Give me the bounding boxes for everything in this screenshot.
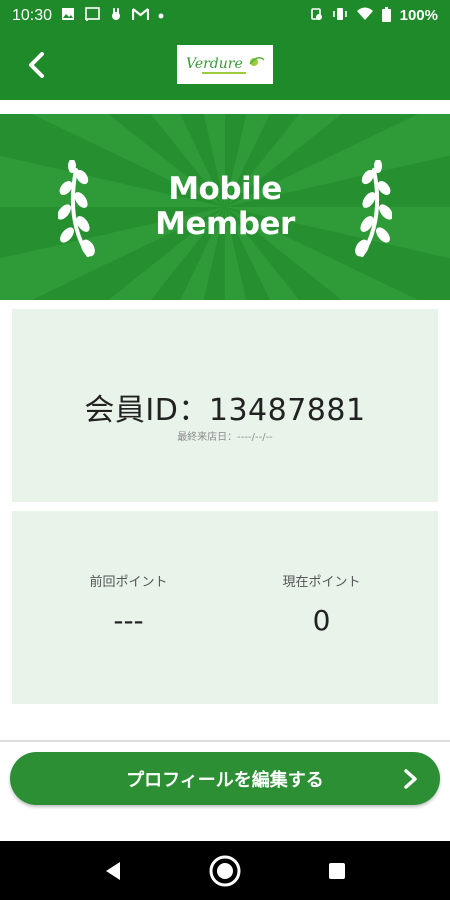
last-visit-date: 最終来店日：----/--/-- [177,432,273,443]
status-bar: 10:30 100% [0,0,450,31]
nav-recents-button[interactable] [320,854,354,888]
nav-back-button[interactable] [96,854,130,888]
chevron-left-icon [29,52,44,78]
gmail-icon [131,7,150,24]
back-button[interactable] [22,49,54,81]
vibrate-icon [332,7,348,24]
cast-icon [84,7,100,24]
system-nav-bar [0,841,450,900]
status-bar-left: 10:30 [12,7,164,25]
member-id-card: 会員ID：13487881 最終来店日：----/--/-- [12,309,438,502]
banner-title-line2: Member [155,206,295,242]
circle-home-icon [209,855,241,887]
edit-profile-button[interactable]: プロフィールを編集する [10,752,440,805]
mobile-member-banner: Mobile Member [0,114,450,300]
brand-logo: Verdure [177,45,273,84]
triangle-back-icon [106,862,120,880]
member-id: 会員ID：13487881 [84,393,366,428]
previous-points-value: --- [113,604,144,637]
image-icon [61,7,75,24]
wifi-icon [356,7,373,24]
dot-icon [158,9,164,22]
current-points-value: 0 [312,604,331,637]
previous-points-label: 前回ポイント [89,575,168,590]
banner-title: Mobile Member [0,172,450,242]
points-card: 前回ポイント --- 現在ポイント 0 [12,511,438,704]
chevron-right-icon [404,769,417,789]
current-points-label: 現在ポイント [282,575,361,590]
svg-text:Verdure: Verdure [186,56,243,72]
previous-points: 前回ポイント --- [22,571,235,637]
battery-percentage: 100% [399,7,438,24]
nav-home-button[interactable] [208,854,242,888]
header-spacer [0,100,450,114]
status-bar-right: 100% [309,6,438,25]
rabbit-icon [109,7,123,24]
status-time: 10:30 [12,6,53,24]
leaf-logo-icon: Verdure [186,56,265,74]
divider [0,740,450,742]
app-header: Verdure [0,31,450,100]
current-points: 現在ポイント 0 [215,571,428,637]
vibrate-key-icon [309,7,323,24]
banner-title-line1: Mobile [168,171,282,207]
battery-icon [381,6,391,25]
square-recents-icon [329,863,345,879]
edit-profile-label: プロフィールを編集する [126,770,324,791]
